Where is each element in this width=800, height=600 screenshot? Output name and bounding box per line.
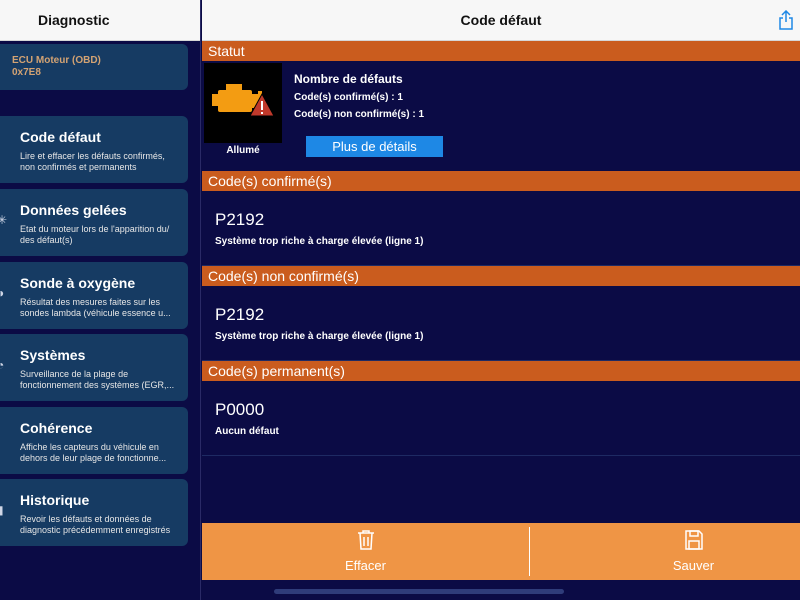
ecu-card[interactable]: ECU Moteur (OBD) 0x7E8 <box>0 44 188 90</box>
toolbar-divider <box>529 527 530 576</box>
sidebar: Diagnostic ECU Moteur (OBD) 0x7E8 ⁝ Code… <box>0 0 201 600</box>
ecu-address: 0x7E8 <box>12 67 41 78</box>
faults-count-title: Nombre de défauts <box>294 72 403 86</box>
dtc-description: Système trop riche à charge élevée (lign… <box>215 236 424 247</box>
ecu-name: ECU Moteur (OBD) <box>12 55 101 66</box>
sidebar-item-historique[interactable]: ▮ Historique Revoir les défauts et donné… <box>0 479 188 546</box>
unconfirmed-section-header: Code(s) non confirmé(s) <box>202 266 800 286</box>
status-panel: Allumé Nombre de défauts Code(s) confirm… <box>202 61 800 170</box>
permanent-code-row[interactable]: P0000 Aucun défaut <box>202 381 800 456</box>
unconfirmed-code-row[interactable]: P2192 Système trop riche à charge élevée… <box>202 286 800 361</box>
menu-item-title: Code défaut <box>20 129 101 145</box>
menu-item-desc: Surveillance de la plage de fonctionneme… <box>20 369 175 390</box>
gauge-icon: ◔ <box>0 358 5 372</box>
history-icon: ▮ <box>0 503 4 517</box>
menu-item-desc: Affiche les capteurs du véhicule en deho… <box>20 442 167 463</box>
dtc-description: Aucun défaut <box>215 426 279 437</box>
menu-item-desc: Lire et effacer les défauts confirmés, n… <box>20 151 165 172</box>
menu-item-title: Systèmes <box>20 347 86 363</box>
menu-item-title: Cohérence <box>20 420 93 436</box>
check-engine-icon <box>212 84 275 117</box>
sensor-icon: ◑ <box>0 286 5 300</box>
sidebar-item-code-defaut[interactable]: ⁝ Code défaut Lire et effacer les défaut… <box>0 116 188 183</box>
sidebar-title: Diagnostic <box>0 0 200 41</box>
sidebar-item-sonde-oxygene[interactable]: ◑ Sonde à oxygène Résultat des mesures f… <box>0 262 188 329</box>
more-details-button[interactable]: Plus de détails <box>306 136 443 157</box>
dtc-description: Système trop riche à charge élevée (lign… <box>215 331 424 342</box>
permanent-section-header: Code(s) permanent(s) <box>202 361 800 381</box>
snowflake-icon: ✳ <box>0 213 8 227</box>
dtc-code: P2192 <box>215 305 265 324</box>
mil-status-label: Allumé <box>226 145 260 156</box>
save-label: Sauver <box>672 558 715 573</box>
clear-label: Effacer <box>345 558 386 573</box>
menu-item-desc: Revoir les défauts et données de diagnos… <box>20 514 171 535</box>
clear-button[interactable]: Effacer <box>216 523 515 580</box>
dtc-code: P0000 <box>215 400 265 419</box>
dtc-code: P2192 <box>215 210 265 229</box>
bottom-toolbar: Effacer Sauver <box>202 523 800 580</box>
status-section-header: Statut <box>202 41 800 61</box>
mil-indicator <box>204 63 282 143</box>
unconfirmed-count: Code(s) non confirmé(s) : 1 <box>294 109 425 120</box>
page-title: Code défaut <box>460 12 542 28</box>
confirmed-count: Code(s) confirmé(s) : 1 <box>294 92 403 103</box>
floppy-disk-icon <box>684 530 703 550</box>
main-header: Code défaut <box>202 0 800 41</box>
sidebar-item-donnees-gelees[interactable]: ✳ Données gelées Etat du moteur lors de … <box>0 189 188 256</box>
home-indicator <box>274 589 564 594</box>
save-button[interactable]: Sauver <box>544 523 800 580</box>
sidebar-item-coherence[interactable]: Cohérence Affiche les capteurs du véhicu… <box>0 407 188 474</box>
confirmed-code-row[interactable]: P2192 Système trop riche à charge élevée… <box>202 191 800 266</box>
confirmed-section-header: Code(s) confirmé(s) <box>202 171 800 191</box>
trash-icon <box>357 530 374 550</box>
share-icon[interactable] <box>778 10 794 30</box>
menu-icon: ⁝ <box>0 140 1 154</box>
menu-item-desc: Résultat des mesures faites sur les sond… <box>20 297 171 318</box>
sidebar-item-systemes[interactable]: ◔ Systèmes Surveillance de la plage de f… <box>0 334 188 401</box>
menu-item-desc: Etat du moteur lors de l'apparition du/ … <box>20 224 170 245</box>
menu-item-title: Données gelées <box>20 202 127 218</box>
main-panel: Code défaut Statut Allumé Nombre de défa… <box>202 0 800 600</box>
menu-item-title: Historique <box>20 492 90 508</box>
menu-item-title: Sonde à oxygène <box>20 275 136 291</box>
